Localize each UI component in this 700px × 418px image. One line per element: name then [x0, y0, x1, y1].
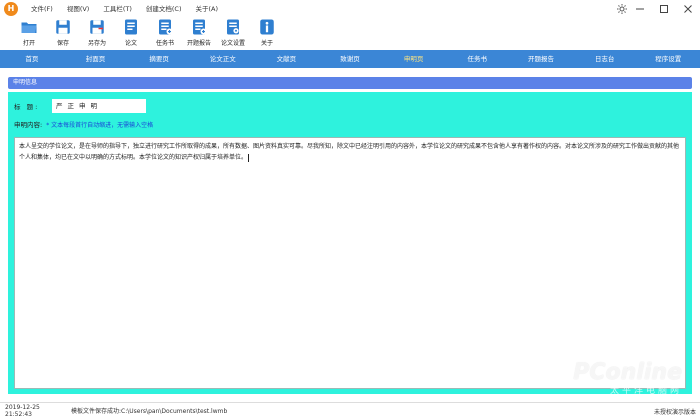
app-window: H 文件(F) 视图(V) 工具栏(T) 创建文档(C) 关于(A) 打开 保存…: [0, 0, 700, 418]
save-as-button[interactable]: 另存为: [80, 18, 114, 48]
title-bar: H 文件(F) 视图(V) 工具栏(T) 创建文档(C) 关于(A): [0, 0, 700, 18]
tab-cover[interactable]: 封面页: [64, 50, 128, 68]
menu-toolbar[interactable]: 工具栏(T): [96, 0, 139, 18]
content-hint: * 文本每段首行自动缩进，无需输入空格: [46, 121, 154, 129]
minimize-icon: [636, 8, 644, 10]
paper-label: 论文: [124, 40, 137, 47]
tab-abstract[interactable]: 摘要页: [127, 50, 191, 68]
task-book-button[interactable]: 任务书: [148, 18, 182, 48]
content-row: 申明内容: * 文本每段首行自动缩进，无需输入空格: [14, 119, 153, 129]
watermark-logo: PConline: [573, 360, 682, 385]
text-caret: [248, 153, 250, 162]
paper-settings-label: 论文设置: [220, 40, 245, 47]
tab-acknowledgements[interactable]: 致谢页: [318, 50, 382, 68]
proposal-button[interactable]: 开题报告: [182, 18, 216, 48]
info-icon: [260, 19, 274, 35]
save-as-icon: [90, 20, 104, 34]
menu-create-doc[interactable]: 创建文档(C): [139, 0, 189, 18]
tab-task-book[interactable]: 任务书: [445, 50, 509, 68]
save-button[interactable]: 保存: [46, 18, 80, 48]
title-label: 标 题:: [14, 103, 40, 111]
menu-about[interactable]: 关于(A): [189, 0, 226, 18]
menu-view[interactable]: 视图(V): [60, 0, 97, 18]
open-label: 打开: [22, 40, 35, 47]
toolbar: 打开 保存 另存为 论文 任务书 开题报告 论文设置 关于: [0, 18, 284, 48]
paper-settings-button[interactable]: 论文设置: [216, 18, 250, 48]
menu-bar: 文件(F) 视图(V) 工具栏(T) 创建文档(C) 关于(A): [24, 0, 225, 18]
close-button[interactable]: [676, 0, 700, 18]
menu-file[interactable]: 文件(F): [24, 0, 60, 18]
content-textarea[interactable]: 本人呈交的学位论文，是在导师的指导下，独立进行研究工作所取得的成果，所有数据、图…: [14, 137, 686, 389]
status-bar: 2019-12-25 21:52:43 模板文件保存成功:C:\Users\pa…: [0, 402, 700, 418]
about-button[interactable]: 关于: [250, 18, 284, 48]
about-label: 关于: [260, 40, 273, 47]
minimize-button[interactable]: [628, 0, 652, 18]
tab-settings[interactable]: 程序设置: [636, 50, 700, 68]
app-logo: H: [4, 2, 18, 16]
paper-button[interactable]: 论文: [114, 18, 148, 48]
gear-icon[interactable]: [616, 3, 628, 15]
title-row: 标 题: 严正申明: [14, 99, 146, 113]
proposal-label: 开题报告: [186, 40, 211, 47]
maximize-button[interactable]: [652, 0, 676, 18]
save-label: 保存: [56, 40, 69, 47]
save-as-label: 另存为: [87, 40, 106, 47]
paper-icon: [125, 19, 137, 35]
open-button[interactable]: 打开: [12, 18, 46, 48]
tab-body[interactable]: 论文正文: [191, 50, 255, 68]
status-time: 2019-12-25 21:52:43: [5, 403, 40, 418]
maximize-icon: [660, 5, 668, 13]
window-controls: [628, 0, 700, 18]
folder-open-icon: [21, 22, 37, 33]
save-icon: [56, 20, 70, 34]
nav-tabs: 首页 封面页 摘要页 论文正文 文献页 致谢页 申明页 任务书 开题报告 日志台…: [0, 50, 700, 68]
tab-declaration[interactable]: 申明页: [382, 50, 446, 68]
content-text: 本人呈交的学位论文，是在导师的指导下，独立进行研究工作所取得的成果，所有数据、图…: [19, 143, 680, 161]
task-book-icon: [159, 19, 173, 35]
license-status: 未授权演示版本: [653, 409, 696, 416]
tab-home[interactable]: 首页: [0, 50, 64, 68]
section-header: 申明信息: [8, 77, 692, 89]
tab-proposal[interactable]: 开题报告: [509, 50, 573, 68]
status-message: 模板文件保存成功:C:\Users\pan\Documents\test.lwm…: [71, 408, 228, 415]
close-icon: [684, 5, 692, 13]
tab-references[interactable]: 文献页: [255, 50, 319, 68]
declaration-form: 标 题: 严正申明 申明内容: * 文本每段首行自动缩进，无需输入空格 本人呈交…: [8, 92, 692, 394]
title-input[interactable]: 严正申明: [52, 99, 146, 113]
proposal-icon: [193, 19, 207, 35]
task-book-label: 任务书: [155, 40, 174, 47]
paper-settings-icon: [227, 19, 239, 35]
watermark-subtitle: 太平洋电脑网: [609, 386, 682, 396]
tab-log[interactable]: 日志台: [573, 50, 637, 68]
content-label: 申明内容:: [14, 121, 43, 129]
